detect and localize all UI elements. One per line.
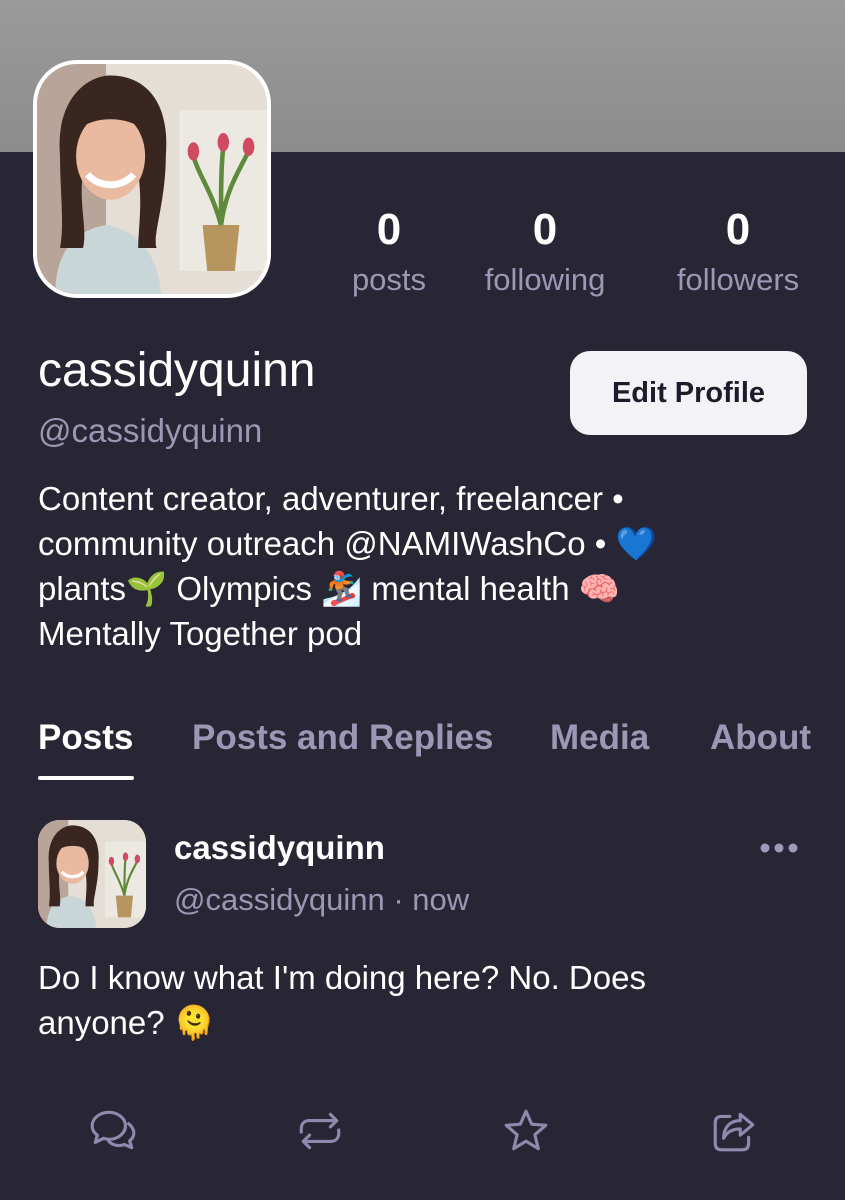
tab-posts[interactable]: Posts bbox=[38, 712, 133, 764]
favorite-button[interactable] bbox=[500, 1105, 552, 1157]
star-icon bbox=[504, 1109, 548, 1151]
post-author-name[interactable]: cassidyquinn bbox=[174, 826, 385, 870]
more-horizontal-icon bbox=[760, 843, 798, 853]
tab-about[interactable]: About bbox=[710, 712, 811, 764]
repost-icon bbox=[299, 1112, 341, 1150]
stat-followers[interactable]: 0 followers bbox=[677, 200, 799, 300]
share-icon bbox=[713, 1112, 755, 1152]
profile-display-name: cassidyquinn bbox=[38, 344, 316, 397]
bio-line: Mentally Together pod bbox=[38, 615, 363, 652]
reply-icon bbox=[90, 1110, 136, 1150]
profile-avatar[interactable] bbox=[33, 60, 271, 298]
profile-screen: 0 posts 0 following 0 followers cassidyq… bbox=[0, 0, 845, 1200]
tab-media[interactable]: Media bbox=[550, 712, 649, 764]
post-text-line: Do I know what I'm doing here? No. Does bbox=[38, 959, 646, 996]
stat-posts-count: 0 bbox=[376, 205, 402, 254]
post-text-line: anyone? 🫠 bbox=[38, 1004, 215, 1041]
bio-line: Content creator, adventurer, freelancer … bbox=[38, 480, 624, 517]
stat-posts-label: posts bbox=[351, 262, 427, 297]
post-more-button[interactable] bbox=[752, 830, 806, 866]
stat-following-count: 0 bbox=[532, 205, 558, 254]
share-button[interactable] bbox=[708, 1105, 760, 1157]
stat-following[interactable]: 0 following bbox=[485, 200, 606, 300]
post-meta-separator: · bbox=[393, 882, 404, 917]
repost-button[interactable] bbox=[294, 1105, 346, 1157]
stat-posts[interactable]: 0 posts bbox=[352, 200, 426, 300]
bio-line: community outreach @NAMIWashCo • 💙 bbox=[38, 525, 657, 562]
tab-posts-and-replies[interactable]: Posts and Replies bbox=[192, 712, 493, 764]
stat-following-label: following bbox=[484, 262, 606, 297]
profile-handle: @cassidyquinn bbox=[38, 412, 263, 449]
post-body: Do I know what I'm doing here? No. Does … bbox=[38, 955, 818, 1045]
profile-bio: Content creator, adventurer, freelancer … bbox=[38, 476, 818, 656]
post-author-handle: @cassidyquinn bbox=[174, 882, 385, 917]
profile-tabs: Posts Posts and Replies Media About bbox=[0, 712, 845, 782]
avatar-photo bbox=[38, 820, 146, 928]
stat-followers-label: followers bbox=[676, 262, 800, 297]
post-timestamp: now bbox=[412, 882, 470, 917]
active-tab-indicator bbox=[38, 776, 134, 780]
post-author-avatar[interactable] bbox=[38, 820, 146, 928]
edit-profile-button[interactable]: Edit Profile bbox=[570, 351, 807, 435]
avatar-photo bbox=[37, 64, 267, 294]
stat-followers-count: 0 bbox=[725, 205, 751, 254]
post-meta: @cassidyquinn · now bbox=[174, 880, 469, 920]
reply-button[interactable] bbox=[87, 1105, 139, 1157]
bio-line: plants🌱 Olympics 🏂 mental health 🧠 bbox=[38, 570, 620, 607]
